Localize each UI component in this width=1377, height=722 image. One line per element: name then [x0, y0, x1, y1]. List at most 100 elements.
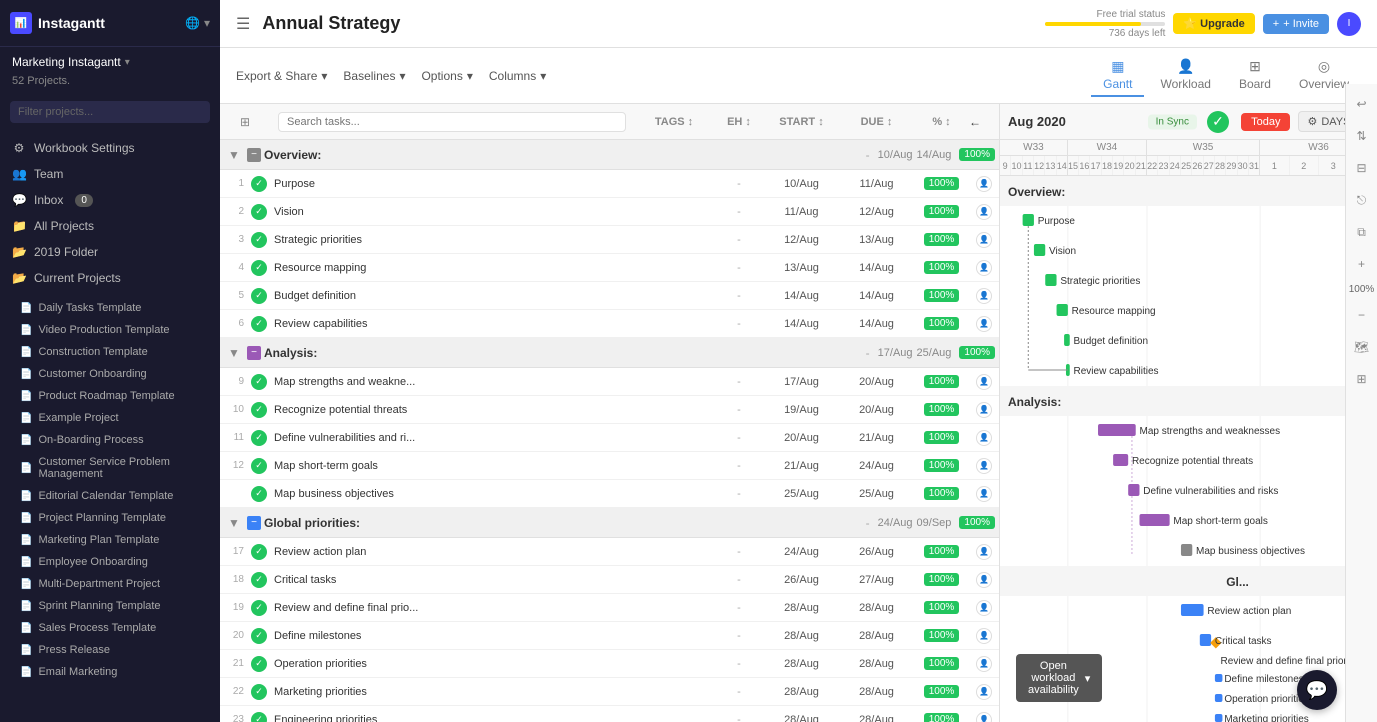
filter-projects-input[interactable] [10, 101, 210, 123]
workspace-selector[interactable]: Marketing Instagantt ▾ [0, 47, 220, 73]
task-name[interactable]: Engineering priorities [270, 714, 634, 722]
task-name[interactable]: Strategic priorities [270, 234, 634, 246]
assign-icon[interactable]: 👤 [976, 232, 992, 248]
project-item-onboarding[interactable]: 📄 On-Boarding Process [0, 429, 220, 451]
invite-button[interactable]: + + Invite [1263, 14, 1329, 34]
project-item-daily-tasks[interactable]: 📄 Daily Tasks Template [0, 297, 220, 319]
tab-board[interactable]: ⊞ Board [1227, 54, 1283, 97]
task-name[interactable]: Operation priorities [270, 658, 634, 670]
svg-text:Overview:: Overview: [1008, 185, 1065, 199]
assign-icon[interactable]: 👤 [976, 374, 992, 390]
task-name[interactable]: Define vulnerabilities and ri... [270, 432, 634, 444]
task-name[interactable]: Critical tasks [270, 574, 634, 586]
assign-icon[interactable]: 👤 [976, 260, 992, 276]
group-row-global[interactable]: ▼ − Global priorities: - 24/Aug09/Sep 10… [220, 508, 999, 538]
baselines-button[interactable]: Baselines ▾ [343, 69, 405, 83]
gantt-copy-icon[interactable]: ⧉ [1350, 220, 1374, 244]
project-item-sales-process[interactable]: 📄 Sales Process Template [0, 617, 220, 639]
gantt-sort-icon[interactable]: ⇅ [1350, 124, 1374, 148]
due-col-header[interactable]: DUE ↕ [839, 116, 914, 128]
start-col-header[interactable]: START ↕ [764, 116, 839, 128]
project-item-example[interactable]: 📄 Example Project [0, 407, 220, 429]
task-name[interactable]: Vision [270, 206, 634, 218]
task-name[interactable]: Marketing priorities [270, 686, 634, 698]
chat-button[interactable]: 💬 [1297, 670, 1337, 710]
project-item-construction[interactable]: 📄 Construction Template [0, 341, 220, 363]
tab-workload[interactable]: 👤 Workload [1148, 54, 1222, 97]
project-item-project-planning[interactable]: 📄 Project Planning Template [0, 507, 220, 529]
project-item-marketing-plan[interactable]: 📄 Marketing Plan Template [0, 529, 220, 551]
gantt-zoom-in-icon[interactable]: + [1350, 252, 1374, 276]
options-button[interactable]: Options ▾ [421, 69, 472, 83]
task-name[interactable]: Resource mapping [270, 262, 634, 274]
task-name[interactable]: Purpose [270, 178, 634, 190]
task-name[interactable]: Map business objectives [270, 488, 634, 500]
upgrade-button[interactable]: ⭐ Upgrade [1173, 13, 1254, 34]
project-item-email-marketing[interactable]: 📄 Email Marketing [0, 661, 220, 683]
assign-icon[interactable]: 👤 [976, 486, 992, 502]
task-name[interactable]: Review capabilities [270, 318, 634, 330]
assign-icon[interactable]: 👤 [976, 684, 992, 700]
today-button[interactable]: Today [1241, 113, 1290, 131]
eh-col-header[interactable]: EH ↕ [714, 116, 764, 128]
gantt-filter-icon[interactable]: ⊟ [1350, 156, 1374, 180]
task-name[interactable]: Map strengths and weakne... [270, 376, 634, 388]
user-avatar[interactable]: I [1337, 12, 1361, 36]
task-name[interactable]: Recognize potential threats [270, 404, 634, 416]
sidebar-collapse-icon[interactable]: ▾ [204, 16, 210, 30]
sidebar-item-team[interactable]: 👥 Team [0, 161, 220, 187]
open-workload-button[interactable]: Open workload availability ▾ [1016, 654, 1102, 702]
project-item-sprint-planning[interactable]: 📄 Sprint Planning Template [0, 595, 220, 617]
assign-icon[interactable]: 👤 [976, 656, 992, 672]
sidebar-item-all-projects[interactable]: 📁 All Projects [0, 213, 220, 239]
project-item-multi-dept[interactable]: 📄 Multi-Department Project [0, 573, 220, 595]
project-item-editorial[interactable]: 📄 Editorial Calendar Template [0, 485, 220, 507]
project-item-customer-service[interactable]: 📄 Customer Service Problem Management [0, 451, 220, 485]
assign-icon[interactable]: 👤 [976, 430, 992, 446]
nav-arrow-icon[interactable]: ← [969, 115, 981, 129]
project-item-product-roadmap[interactable]: 📄 Product Roadmap Template [0, 385, 220, 407]
project-item-video-production[interactable]: 📄 Video Production Template [0, 319, 220, 341]
columns-button[interactable]: Columns ▾ [489, 69, 546, 83]
project-item-press-release[interactable]: 📄 Press Release [0, 639, 220, 661]
pct-col-header[interactable]: % ↕ [914, 116, 969, 128]
sidebar-item-current-projects[interactable]: 📂 Current Projects [0, 265, 220, 291]
task-name[interactable]: Define milestones [270, 630, 634, 642]
toolbar: Export & Share ▾ Baselines ▾ Options ▾ C… [220, 48, 1377, 104]
assign-icon[interactable]: 👤 [976, 628, 992, 644]
pct-sort-icon: ↕ [945, 116, 951, 128]
gantt-zoom-out-icon[interactable]: − [1350, 303, 1374, 327]
task-name[interactable]: Budget definition [270, 290, 634, 302]
task-name[interactable]: Review and define final prio... [270, 602, 634, 614]
group-row-overview[interactable]: ▼ − Overview: - 10/Aug14/Aug 100% [220, 140, 999, 170]
task-name[interactable]: Map short-term goals [270, 460, 634, 472]
assign-icon[interactable]: 👤 [976, 288, 992, 304]
assign-icon[interactable]: 👤 [976, 316, 992, 332]
add-task-icon[interactable]: ⊞ [240, 115, 250, 129]
project-item-customer-onboarding[interactable]: 📄 Customer Onboarding [0, 363, 220, 385]
gantt-grid-icon[interactable]: ⊞ [1350, 367, 1374, 391]
export-share-button[interactable]: Export & Share ▾ [236, 69, 327, 83]
project-item-employee-onboarding[interactable]: 📄 Employee Onboarding [0, 551, 220, 573]
search-tasks-input[interactable] [278, 112, 626, 132]
assign-icon[interactable]: 👤 [976, 176, 992, 192]
assign-icon[interactable]: 👤 [976, 458, 992, 474]
tab-gantt[interactable]: ▦ Gantt [1091, 54, 1144, 97]
task-name[interactable]: Review action plan [270, 546, 634, 558]
gantt-link-icon[interactable]: ⎋ [1350, 188, 1374, 212]
sidebar-item-workbook-settings[interactable]: ⚙ Workbook Settings [0, 135, 220, 161]
sidebar-item-2019-folder[interactable]: 📂 2019 Folder [0, 239, 220, 265]
group-row-analysis[interactable]: ▼ − Analysis: - 17/Aug25/Aug 100% [220, 338, 999, 368]
gantt-undo-icon[interactable]: ↩ [1350, 104, 1374, 116]
sidebar-item-inbox[interactable]: 💬 Inbox 0 [0, 187, 220, 213]
assign-icon[interactable]: 👤 [976, 712, 992, 722]
gantt-map-icon[interactable]: 🗺 [1350, 335, 1374, 359]
assign-icon[interactable]: 👤 [976, 402, 992, 418]
assign-icon[interactable]: 👤 [976, 544, 992, 560]
assign-icon[interactable]: 👤 [976, 600, 992, 616]
globe-icon[interactable]: 🌐 [185, 16, 200, 30]
hamburger-icon[interactable]: ☰ [236, 14, 250, 34]
assign-icon[interactable]: 👤 [976, 204, 992, 220]
tags-col-header[interactable]: TAGS ↕ [634, 116, 714, 128]
assign-icon[interactable]: 👤 [976, 572, 992, 588]
